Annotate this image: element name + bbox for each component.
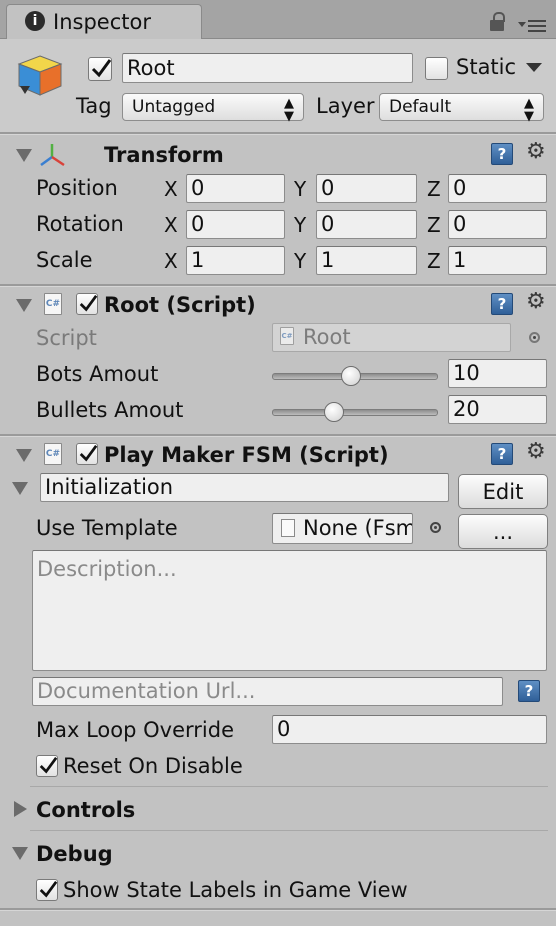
controls-label[interactable]: Controls: [36, 800, 135, 821]
reset-on-disable-label: Reset On Disable: [63, 754, 243, 778]
fsm-name-field[interactable]: Initialization: [40, 473, 449, 502]
separator: [0, 132, 556, 135]
transform-foldout[interactable]: [16, 149, 32, 162]
axis-y-label[interactable]: Y: [294, 215, 306, 235]
info-icon: i: [25, 11, 45, 31]
bullets-label: Bullets Amout: [36, 398, 184, 422]
separator: [0, 908, 556, 911]
axis-y-label[interactable]: Y: [294, 179, 306, 199]
position-y-field[interactable]: 0: [316, 174, 417, 203]
axis-z-label[interactable]: Z: [427, 251, 441, 271]
bots-slider-knob[interactable]: [341, 366, 362, 386]
row-label: Rotation: [36, 212, 124, 236]
playmaker-foldout[interactable]: [16, 449, 32, 462]
layer-value: Default: [389, 97, 452, 117]
gameobject-cube-icon: [17, 55, 63, 96]
object-picker-icon[interactable]: [529, 332, 540, 343]
debug-label[interactable]: Debug: [36, 844, 113, 865]
help-book-icon[interactable]: ?: [518, 680, 540, 702]
separator: [0, 284, 556, 287]
object-picker-icon[interactable]: [430, 522, 441, 533]
static-checkbox[interactable]: [425, 57, 448, 80]
bullets-slider-knob[interactable]: [323, 402, 344, 422]
row-label: Position: [36, 176, 118, 200]
max-loop-label: Max Loop Override: [36, 718, 234, 742]
root-script-foldout[interactable]: [16, 299, 32, 312]
updown-arrow-icon: ▲ ▼: [284, 96, 294, 124]
axis-x-label[interactable]: X: [164, 215, 178, 235]
object-name-field[interactable]: Root: [122, 53, 413, 83]
rotation-y-field[interactable]: 0: [316, 210, 417, 239]
updown-arrow-icon: ▲ ▼: [524, 96, 534, 124]
component-title-transform: Transform: [104, 143, 224, 167]
lock-icon[interactable]: [490, 12, 508, 32]
position-z-field[interactable]: 0: [448, 174, 547, 203]
gear-icon[interactable]: ⚙: [526, 141, 546, 163]
help-book-icon[interactable]: ?: [491, 443, 513, 465]
csharp-script-icon: C#: [44, 443, 62, 465]
bots-label: Bots Amout: [36, 362, 159, 386]
rotation-z-field[interactable]: 0: [448, 210, 547, 239]
bots-amount-field[interactable]: 10: [448, 359, 547, 388]
axis-z-label[interactable]: Z: [427, 179, 441, 199]
template-select-button[interactable]: ...: [458, 514, 548, 549]
transform-axis-icon: [40, 144, 65, 167]
tab-title: Inspector: [53, 10, 151, 34]
gear-icon[interactable]: ⚙: [526, 441, 546, 463]
controls-foldout[interactable]: [14, 801, 27, 817]
description-textarea[interactable]: Description...: [32, 550, 547, 671]
max-loop-field[interactable]: 0: [272, 715, 547, 744]
divider: [30, 830, 548, 831]
scale-x-field[interactable]: 1: [186, 246, 285, 275]
tag-value: Untagged: [132, 97, 216, 117]
component-title-root-script: Root (Script): [104, 293, 256, 317]
playmaker-enabled-checkbox[interactable]: [76, 443, 98, 465]
script-reference-value: Root: [303, 325, 351, 349]
debug-foldout[interactable]: [12, 847, 28, 860]
axis-x-label[interactable]: X: [164, 179, 178, 199]
edit-button[interactable]: Edit: [458, 474, 548, 509]
scale-y-field[interactable]: 1: [316, 246, 417, 275]
bullets-amount-field[interactable]: 20: [448, 395, 547, 424]
layer-dropdown[interactable]: Default ▲ ▼: [379, 93, 544, 124]
document-icon: [281, 519, 295, 537]
show-state-labels-checkbox[interactable]: [36, 879, 58, 901]
help-book-icon[interactable]: ?: [491, 143, 513, 165]
axis-z-label[interactable]: Z: [427, 215, 441, 235]
bullets-slider-track[interactable]: [272, 409, 438, 416]
gear-icon[interactable]: ⚙: [526, 291, 546, 313]
script-reference-field: Root: [272, 323, 511, 352]
reset-on-disable-checkbox[interactable]: [36, 755, 58, 777]
fsm-foldout[interactable]: [12, 482, 28, 495]
template-value: None (Fsm: [303, 516, 413, 540]
show-state-labels-label: Show State Labels in Game View: [63, 878, 408, 902]
axis-y-label[interactable]: Y: [294, 251, 306, 271]
description-placeholder: Description...: [37, 557, 177, 581]
csharp-script-icon: C#: [280, 327, 294, 345]
context-menu-icon[interactable]: [518, 18, 548, 34]
rotation-x-field[interactable]: 0: [186, 210, 285, 239]
root-script-enabled-checkbox[interactable]: [76, 293, 98, 315]
component-title-playmaker: Play Maker FSM (Script): [104, 443, 389, 467]
divider: [30, 786, 548, 787]
help-book-icon[interactable]: ?: [491, 293, 513, 315]
separator: [0, 434, 556, 437]
tag-dropdown[interactable]: Untagged ▲ ▼: [122, 93, 304, 124]
active-checkbox[interactable]: [88, 57, 112, 81]
static-dropdown-icon[interactable]: [526, 63, 542, 72]
axis-x-label[interactable]: X: [164, 251, 178, 271]
position-x-field[interactable]: 0: [186, 174, 285, 203]
documentation-url-field[interactable]: Documentation Url...: [32, 677, 503, 706]
csharp-script-icon: C#: [44, 293, 62, 315]
use-template-label: Use Template: [36, 516, 178, 540]
scale-z-field[interactable]: 1: [448, 246, 547, 275]
layer-label: Layer: [316, 94, 375, 118]
inspector-tab[interactable]: i Inspector: [6, 4, 202, 40]
tag-label: Tag: [76, 94, 112, 118]
script-label: Script: [36, 326, 97, 350]
row-label: Scale: [36, 248, 93, 272]
static-label: Static: [456, 55, 517, 79]
